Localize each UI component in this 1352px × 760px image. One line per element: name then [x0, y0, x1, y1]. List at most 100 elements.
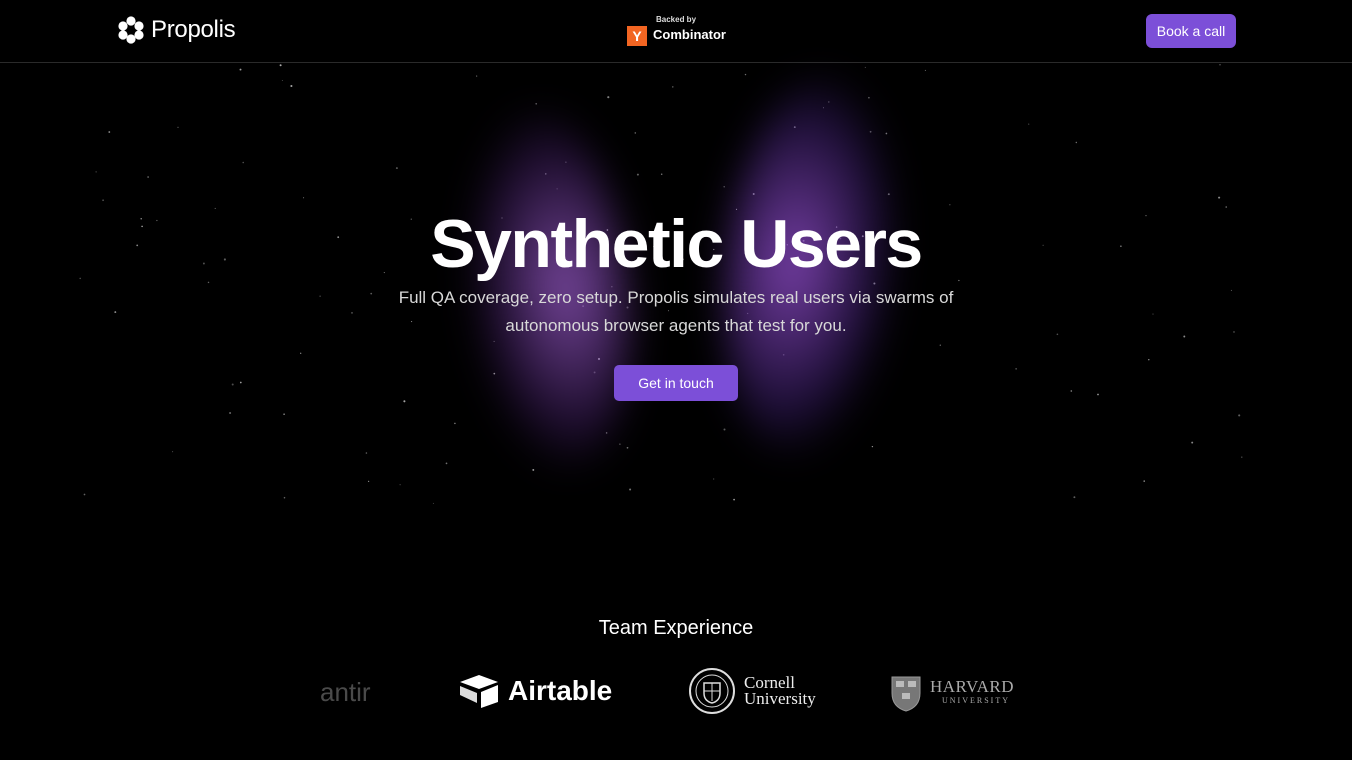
harvard-line2: UNIVERSITY [942, 696, 1010, 705]
star-dot [626, 446, 629, 449]
star-dot [723, 428, 726, 431]
hero-subtitle-line1: Full QA coverage, zero setup. Propolis s… [398, 288, 954, 307]
star-dot [868, 96, 870, 99]
star-dot [1230, 289, 1232, 291]
star-dot [395, 167, 398, 170]
star-dot [172, 451, 174, 453]
airtable-icon [460, 675, 498, 708]
star-dot [607, 96, 610, 99]
team-experience-title: Team Experience [598, 617, 754, 639]
star-dot [399, 484, 401, 486]
book-call-button[interactable]: Book a call [1146, 14, 1236, 48]
star-dot [744, 73, 747, 76]
star-dot [432, 502, 434, 504]
star-dot [939, 344, 941, 346]
star-dot [95, 171, 97, 173]
yc-logo-icon: Y [627, 26, 647, 46]
star-dot [231, 383, 234, 386]
star-dot [370, 292, 373, 295]
propolis-hexagon-icon [118, 16, 144, 44]
star-dot [290, 84, 293, 88]
star-dot [1097, 393, 1099, 396]
star-dot [1238, 414, 1241, 417]
star-dot [1218, 196, 1221, 199]
star-dot [177, 126, 179, 128]
star-dot [535, 102, 538, 105]
star-dot [1073, 496, 1076, 499]
star-dot [300, 352, 302, 354]
harvard-logo-text: HARVARD UNIVERSITY [930, 677, 1015, 708]
star-dot [885, 132, 888, 135]
star-dot [351, 312, 353, 314]
team-logos-carousel: antir Airtable Cornell University HARVAR… [320, 665, 1020, 725]
yc-combinator-label: Combinator [653, 27, 726, 42]
site-header: Propolis Backed by Y Combinator Book a c… [0, 0, 1352, 63]
brand-name: Propolis [151, 16, 236, 43]
star-dot [629, 488, 632, 491]
star-dot [279, 64, 282, 67]
star-dot [1015, 368, 1017, 370]
star-dot [1070, 390, 1073, 392]
hero-subtitle: Full QA coverage, zero setup. Propolis s… [376, 284, 976, 340]
harvard-shield-icon [891, 676, 921, 712]
star-dot [532, 468, 535, 471]
star-dot [114, 311, 117, 314]
star-dot [83, 493, 86, 496]
star-dot [1075, 141, 1078, 144]
airtable-logo: Airtable [458, 673, 612, 709]
yc-badge: Backed by Y Combinator [627, 15, 737, 47]
star-dot [303, 197, 305, 199]
star-dot [733, 498, 735, 501]
star-dot [239, 381, 242, 384]
yc-backed-label: Backed by [656, 15, 697, 24]
star-dot [1183, 335, 1186, 338]
star-dot [660, 173, 663, 176]
star-dot [723, 186, 725, 188]
star-dot [1241, 456, 1243, 458]
star-dot [1233, 331, 1235, 333]
star-dot [365, 452, 368, 454]
star-dot [1219, 64, 1221, 66]
star-dot [1148, 358, 1150, 361]
cornell-seal-icon [689, 668, 735, 714]
star-dot [634, 132, 637, 134]
harvard-line1: HARVARD [930, 677, 1015, 696]
star-dot [1152, 313, 1154, 315]
star-dot [924, 69, 926, 71]
palantir-logo: antir [320, 677, 371, 708]
star-dot [1028, 123, 1030, 125]
star-dot [283, 413, 285, 416]
star-dot [367, 480, 370, 483]
star-dot [476, 75, 478, 77]
star-dot [242, 161, 244, 164]
hero-title: Synthetic Users [430, 206, 923, 282]
star-dot [108, 131, 111, 133]
star-dot [871, 445, 874, 448]
hero-subtitle-line2: autonomous browser agents that test for … [505, 316, 847, 335]
cornell-logo: Cornell University [688, 667, 816, 715]
star-dot [283, 496, 286, 499]
star-dot [1143, 480, 1145, 482]
star-dot [454, 422, 456, 425]
star-dot [636, 173, 639, 176]
star-dot [1191, 441, 1194, 444]
cornell-line2: University [744, 689, 816, 708]
brand-logo[interactable]: Propolis [117, 16, 236, 44]
star-dot [239, 68, 242, 71]
cornell-logo-text: Cornell University [744, 674, 816, 708]
star-dot [672, 86, 674, 88]
harvard-logo: HARVARD UNIVERSITY [890, 675, 1014, 713]
palantir-logo-text: antir [320, 677, 371, 707]
airtable-logo-text: Airtable [508, 675, 613, 706]
star-dot [864, 66, 866, 68]
star-dot [319, 295, 321, 297]
star-dot [445, 462, 448, 465]
star-dot [281, 79, 283, 82]
star-dot [619, 443, 621, 445]
get-in-touch-button[interactable]: Get in touch [614, 365, 738, 401]
star-dot [403, 400, 406, 403]
star-dot [102, 199, 104, 202]
star-dot [147, 176, 149, 178]
star-dot [713, 478, 715, 480]
star-dot [229, 411, 232, 415]
